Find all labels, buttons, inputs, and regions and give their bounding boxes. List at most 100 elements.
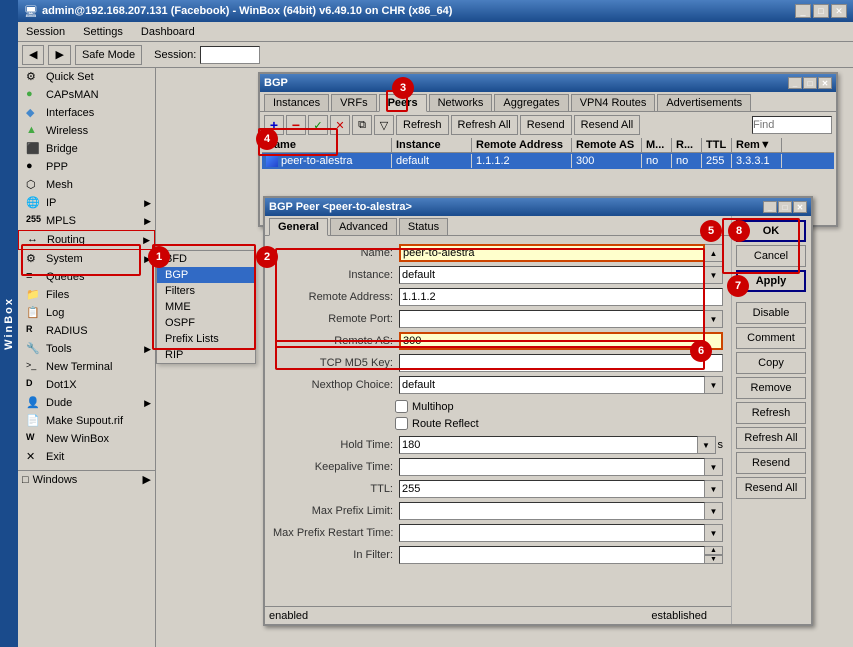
menu-settings[interactable]: Settings	[79, 25, 127, 39]
resend-button[interactable]: Resend	[736, 452, 806, 474]
sidebar-item-make-supout[interactable]: 📄 Make Supout.rif	[18, 412, 155, 430]
resend-all-button[interactable]: Resend All	[736, 477, 806, 499]
copy-button[interactable]: Copy	[736, 352, 806, 374]
bgp-refresh-button[interactable]: Refresh	[396, 115, 449, 135]
refresh-all-button[interactable]: Refresh All	[736, 427, 806, 449]
menu-session[interactable]: Session	[22, 25, 69, 39]
submenu-bfd[interactable]: BFD	[157, 251, 255, 267]
sidebar-item-tools[interactable]: 🔧 Tools ▶	[18, 340, 155, 358]
sidebar-item-ppp[interactable]: ● PPP	[18, 158, 155, 176]
sidebar-item-routing[interactable]: ↔ Routing ▶	[18, 230, 155, 250]
menu-dashboard[interactable]: Dashboard	[137, 25, 199, 39]
bgp-find-input[interactable]	[752, 116, 832, 134]
nexthop-input[interactable]	[399, 376, 705, 394]
in-filter-down[interactable]: ▼	[705, 555, 723, 564]
keepalive-input[interactable]	[399, 458, 705, 476]
tab-networks[interactable]: Networks	[429, 94, 493, 111]
bgp-remove-button[interactable]: −	[286, 115, 306, 135]
remote-as-input[interactable]	[399, 332, 723, 350]
remote-address-input[interactable]	[399, 288, 723, 306]
bgp-refresh-all-button[interactable]: Refresh All	[451, 115, 518, 135]
bgp-minimize[interactable]: _	[788, 77, 802, 89]
sidebar-item-bridge[interactable]: ⬛ Bridge	[18, 140, 155, 158]
nexthop-dropdown[interactable]: ▼	[705, 376, 723, 394]
max-prefix-restart-input[interactable]	[399, 524, 705, 542]
in-filter-input[interactable]	[399, 546, 705, 564]
hold-time-dropdown[interactable]: ▼	[698, 436, 716, 454]
remote-port-dropdown[interactable]: ▼	[705, 310, 723, 328]
name-scroll-up[interactable]: ▲	[705, 244, 723, 262]
sidebar-item-system[interactable]: ⚙ System ▶	[18, 250, 155, 268]
sidebar-item-mesh[interactable]: ⬡ Mesh	[18, 176, 155, 194]
sidebar-item-ip[interactable]: 🌐 IP ▶	[18, 194, 155, 212]
bgp-copy-icon-button[interactable]: ⧉	[352, 115, 372, 135]
tcp-md5-input[interactable]	[399, 354, 723, 372]
sidebar-item-queues[interactable]: ≡ Queues	[18, 268, 155, 286]
instance-input[interactable]	[399, 266, 705, 284]
ttl-dropdown[interactable]: ▼	[705, 480, 723, 498]
close-button[interactable]: ✕	[831, 4, 847, 18]
comment-button[interactable]: Comment	[736, 327, 806, 349]
keepalive-dropdown[interactable]: ▼	[705, 458, 723, 476]
tab-instances[interactable]: Instances	[264, 94, 329, 111]
tab-aggregates[interactable]: Aggregates	[494, 94, 568, 111]
safe-mode-button[interactable]: Safe Mode	[75, 45, 142, 65]
sidebar-item-wireless[interactable]: ▲ Wireless	[18, 122, 155, 140]
sidebar-item-radius[interactable]: R RADIUS	[18, 322, 155, 340]
bgp-cross-button[interactable]: ✕	[330, 115, 350, 135]
refresh-button[interactable]: Refresh	[736, 402, 806, 424]
in-filter-up[interactable]: ▲	[705, 546, 723, 555]
bgp-close[interactable]: ✕	[818, 77, 832, 89]
bgp-peer-minimize[interactable]: _	[763, 201, 777, 213]
back-button[interactable]: ◀	[22, 45, 44, 65]
submenu-prefix-lists[interactable]: Prefix Lists	[157, 331, 255, 347]
sidebar-item-quick-set[interactable]: ⚙ Quick Set	[18, 68, 155, 86]
sidebar-item-new-terminal[interactable]: >_ New Terminal	[18, 358, 155, 376]
remove-button[interactable]: Remove	[736, 377, 806, 399]
disable-button[interactable]: Disable	[736, 302, 806, 324]
hold-time-input[interactable]	[399, 436, 698, 454]
remote-port-input[interactable]	[399, 310, 705, 328]
sidebar-item-capsman[interactable]: ● CAPsMAN	[18, 86, 155, 104]
instance-dropdown[interactable]: ▼	[705, 266, 723, 284]
sidebar-item-windows[interactable]: □ Windows ▶	[18, 470, 155, 488]
submenu-rip[interactable]: RIP	[157, 347, 255, 363]
submenu-ospf[interactable]: OSPF	[157, 315, 255, 331]
sidebar-item-interfaces[interactable]: ◆ Interfaces	[18, 104, 155, 122]
bgp-maximize[interactable]: □	[803, 77, 817, 89]
max-prefix-restart-dropdown[interactable]: ▼	[705, 524, 723, 542]
submenu-mme[interactable]: MME	[157, 299, 255, 315]
maximize-button[interactable]: □	[813, 4, 829, 18]
ttl-input[interactable]	[399, 480, 705, 498]
table-row[interactable]: peer-to-alestra default 1.1.1.2 300 no n…	[262, 153, 834, 169]
max-prefix-dropdown[interactable]: ▼	[705, 502, 723, 520]
sidebar-item-dude[interactable]: 👤 Dude ▶	[18, 394, 155, 412]
bgp-resend-button[interactable]: Resend	[520, 115, 572, 135]
multihop-checkbox[interactable]	[395, 400, 408, 413]
sidebar-item-dot1x[interactable]: D Dot1X	[18, 376, 155, 394]
forward-button[interactable]: ▶	[48, 45, 70, 65]
bgp-peer-close[interactable]: ✕	[793, 201, 807, 213]
submenu-bgp[interactable]: BGP	[157, 267, 255, 283]
tab-advertisements[interactable]: Advertisements	[657, 94, 751, 111]
bgp-check-button[interactable]: ✓	[308, 115, 328, 135]
minimize-button[interactable]: _	[795, 4, 811, 18]
cancel-button[interactable]: Cancel	[736, 245, 806, 267]
max-prefix-input[interactable]	[399, 502, 705, 520]
sidebar-item-mpls[interactable]: 255 MPLS ▶	[18, 212, 155, 230]
peer-tab-status[interactable]: Status	[399, 218, 448, 235]
peer-tab-general[interactable]: General	[269, 218, 328, 236]
tab-vpn4-routes[interactable]: VPN4 Routes	[571, 94, 656, 111]
route-reflect-checkbox[interactable]	[395, 417, 408, 430]
peer-tab-advanced[interactable]: Advanced	[330, 218, 397, 235]
sidebar-item-files[interactable]: 📁 Files	[18, 286, 155, 304]
tab-vrfs[interactable]: VRFs	[331, 94, 377, 111]
sidebar-item-log[interactable]: 📋 Log	[18, 304, 155, 322]
sidebar-item-exit[interactable]: ✕ Exit	[18, 448, 155, 466]
bgp-filter-button[interactable]: ▽	[374, 115, 394, 135]
submenu-filters[interactable]: Filters	[157, 283, 255, 299]
bgp-resend-all-button[interactable]: Resend All	[574, 115, 641, 135]
sidebar-item-new-winbox[interactable]: W New WinBox	[18, 430, 155, 448]
session-input[interactable]	[200, 46, 260, 64]
bgp-peer-maximize[interactable]: □	[778, 201, 792, 213]
